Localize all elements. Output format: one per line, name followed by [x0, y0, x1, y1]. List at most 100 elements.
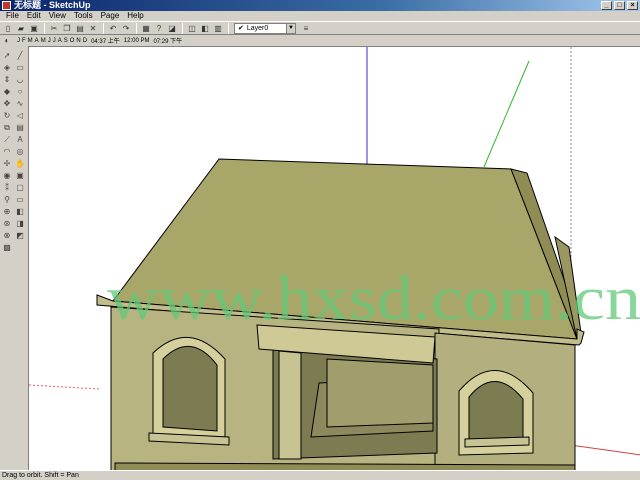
month-label: A — [34, 37, 39, 44]
rectangle-icon[interactable]: ▭ — [14, 62, 26, 73]
print-icon[interactable]: ▦ — [140, 22, 152, 34]
time-mid: 12:00 PM — [123, 37, 150, 44]
current-layer-check-icon: ✔ — [238, 24, 244, 32]
month-label: J — [52, 37, 56, 44]
arc-icon[interactable]: ◡ — [14, 74, 26, 85]
fog-icon[interactable]: ▥ — [212, 22, 224, 34]
previous-view-icon[interactable]: ⊗ — [1, 230, 13, 241]
green-axis — [483, 60, 530, 168]
month-label: M — [27, 37, 33, 44]
move-icon[interactable]: ✥ — [1, 98, 13, 109]
status-text: Drag to orbit. Shift = Pan — [2, 472, 79, 479]
menu-tools[interactable]: Tools — [70, 11, 97, 21]
section-plane-icon[interactable]: ◪ — [166, 22, 178, 34]
undo-icon[interactable]: ↶ — [107, 22, 119, 34]
zoom-extents-icon[interactable]: ⊛ — [1, 218, 13, 229]
tool-palette: ➚ ╱ ◈ ▭ ⇕ ◡ ◆ ○ ✥ ∿ ↻ ◁ ⧉ ▤ ⟋ A ◠ ◎ ✢ ✋ … — [0, 48, 28, 470]
select-arrow-icon[interactable]: ➚ — [1, 50, 13, 61]
left-window — [162, 345, 218, 432]
minimize-button[interactable]: _ — [601, 1, 612, 10]
status-bar: Drag to orbit. Shift = Pan — [0, 470, 640, 480]
eraser-icon[interactable]: ◆ — [1, 86, 13, 97]
zoom-icon[interactable]: ⚲ — [1, 194, 13, 205]
window-controls: _ □ × — [601, 1, 638, 10]
section-cut-icon[interactable]: ◫ — [186, 22, 198, 34]
standard-toolbar: ▯ ▰ ▣ ✂ ❐ ▤ ✕ ↶ ↷ ▦ ? ◪ ◫ ◧ ▥ ✔ Layer0 ▼ … — [0, 21, 640, 35]
cut-icon[interactable]: ✂ — [48, 22, 60, 34]
freehand-icon[interactable]: ∿ — [14, 98, 26, 109]
model-scene: www.hxsd.com.cn — [29, 47, 640, 470]
month-label: J — [47, 37, 51, 44]
line-icon[interactable]: ╱ — [14, 50, 26, 61]
push-pull-icon[interactable]: ⇕ — [1, 74, 13, 85]
chevron-down-icon[interactable]: ▼ — [286, 23, 295, 33]
menu-edit[interactable]: Edit — [23, 11, 45, 21]
door-back-wall — [326, 358, 434, 428]
top-view-icon[interactable]: ▢ — [14, 182, 26, 193]
right-window — [468, 381, 524, 446]
iso-view-icon[interactable]: ▣ — [14, 170, 26, 181]
protractor-icon[interactable]: ◠ — [1, 146, 13, 157]
text-icon[interactable]: A — [14, 134, 26, 145]
month-label: D — [82, 37, 88, 44]
offset-icon[interactable]: ▤ — [14, 122, 26, 133]
paste-icon[interactable]: ▤ — [74, 22, 86, 34]
tape-measure-icon[interactable]: ⟋ — [1, 134, 13, 145]
layer-dropdown[interactable]: ✔ Layer0 ▼ — [234, 22, 296, 34]
month-label: S — [63, 37, 68, 44]
rotate-icon[interactable]: ↻ — [1, 110, 13, 121]
menu-page[interactable]: Page — [97, 11, 124, 21]
context-help-icon[interactable]: ? — [153, 22, 165, 34]
footprints-icon[interactable]: ⁑ — [1, 182, 13, 193]
back-view-icon[interactable]: ◨ — [14, 218, 26, 229]
month-label: O — [69, 37, 75, 44]
window-title: 无标题 - SketchUp — [14, 0, 91, 10]
drawing-viewport[interactable]: www.hxsd.com.cn — [28, 46, 640, 470]
walk-icon[interactable]: ◉ — [1, 170, 13, 181]
dimension-icon[interactable]: ◎ — [14, 146, 26, 157]
menu-file[interactable]: File — [2, 11, 23, 21]
open-file-icon[interactable]: ▰ — [15, 22, 27, 34]
paint-bucket-icon[interactable]: ◈ — [1, 62, 13, 73]
scale-icon[interactable]: ⧉ — [1, 122, 13, 133]
toolbar-separator — [103, 22, 104, 34]
month-strip[interactable]: J F M A M J J A S O N D — [17, 38, 87, 44]
layers-manager-icon[interactable]: ≡ — [300, 22, 312, 34]
copy-icon[interactable]: ❐ — [61, 22, 73, 34]
app-icon[interactable] — [2, 1, 11, 10]
month-label: M — [40, 37, 46, 44]
maximize-button[interactable]: □ — [614, 1, 625, 10]
menu-help[interactable]: Help — [123, 11, 147, 21]
erase-icon[interactable]: ✕ — [87, 22, 99, 34]
orbit-icon[interactable]: ✢ — [1, 158, 13, 169]
toolbar-separator — [228, 22, 229, 34]
front-view-icon[interactable]: ▭ — [14, 194, 26, 205]
menu-view[interactable]: View — [45, 11, 70, 21]
shadow-settings-icon[interactable]: ◐ — [2, 35, 12, 47]
circle-icon[interactable]: ○ — [14, 86, 26, 97]
shadow-toolbar: ◐ J F M A M J J A S O N D 04:37 上午 12:00… — [0, 35, 200, 46]
time-start: 04:37 上午 — [91, 39, 120, 45]
left-view-icon[interactable]: ◩ — [14, 230, 26, 241]
camera-icon[interactable]: ▩ — [1, 242, 13, 253]
month-label: A — [57, 37, 62, 44]
menu-bar: File Edit View Tools Page Help — [0, 11, 640, 21]
pan-hand-icon[interactable]: ✋ — [14, 158, 26, 169]
time-end: 07:29 下午 — [153, 39, 183, 45]
shadow-icon[interactable]: ◧ — [199, 22, 211, 34]
zoom-window-icon[interactable]: ⊕ — [1, 206, 13, 217]
save-icon[interactable]: ▣ — [28, 22, 40, 34]
polygon-icon[interactable]: ◁ — [14, 110, 26, 121]
month-label: J — [17, 37, 20, 44]
right-window-sill — [464, 436, 530, 448]
red-axis — [29, 384, 100, 390]
layer-name: Layer0 — [246, 24, 269, 32]
new-file-icon[interactable]: ▯ — [2, 22, 14, 34]
close-button[interactable]: × — [627, 1, 638, 10]
toolbar-separator — [182, 22, 183, 34]
redo-icon[interactable]: ↷ — [120, 22, 132, 34]
toolbar-separator — [44, 22, 45, 34]
month-label: F — [22, 37, 26, 44]
right-view-icon[interactable]: ◧ — [14, 206, 26, 217]
